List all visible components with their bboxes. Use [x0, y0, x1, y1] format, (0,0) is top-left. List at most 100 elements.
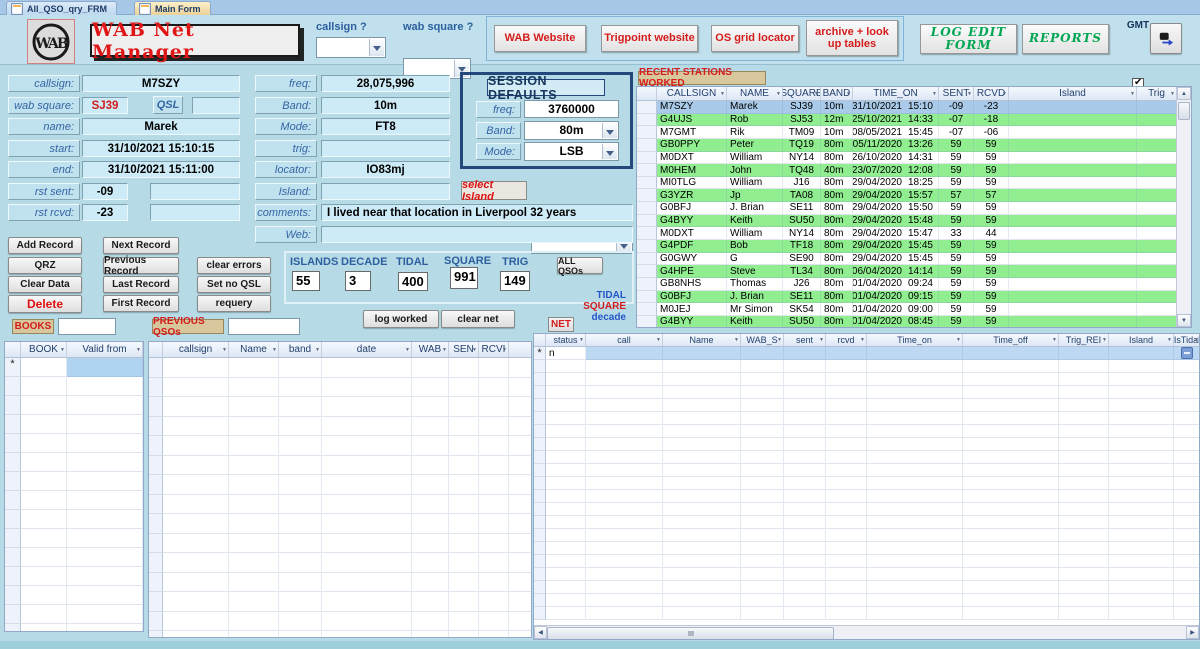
column-header-time-off[interactable]: Time_off▼: [963, 334, 1059, 346]
table-row[interactable]: [5, 415, 143, 434]
table-row[interactable]: [534, 581, 1199, 594]
mode-field[interactable]: FT8: [321, 118, 450, 135]
recent-table-row[interactable]: G4PDFBobTF1880m29/04/202015:455959: [637, 240, 1191, 253]
table-row[interactable]: [149, 573, 531, 593]
freq-field[interactable]: 28,075,996: [321, 75, 450, 92]
net-table-hscrollbar[interactable]: ◀ ▶: [534, 625, 1199, 639]
row-selector[interactable]: [534, 399, 546, 412]
recent-table-row[interactable]: MI0TLGWilliamJ1680m29/04/202018:255959: [637, 177, 1191, 190]
row-selector[interactable]: [5, 453, 21, 472]
row-selector[interactable]: [5, 548, 21, 567]
band-field[interactable]: 10m: [321, 97, 450, 114]
row-selector[interactable]: [534, 581, 546, 594]
row-selector[interactable]: [637, 177, 657, 190]
trigpoint-website-button[interactable]: Trigpoint website: [601, 25, 698, 52]
row-selector[interactable]: [637, 303, 657, 316]
table-row[interactable]: [534, 451, 1199, 464]
sort-dropdown-icon[interactable]: ▼: [60, 347, 65, 353]
row-selector[interactable]: [637, 126, 657, 139]
row-selector[interactable]: [534, 373, 546, 386]
sort-dropdown-icon[interactable]: ▼: [136, 347, 141, 353]
table-row[interactable]: [534, 568, 1199, 581]
table-row[interactable]: [149, 378, 531, 398]
sort-dropdown-icon[interactable]: ▼: [932, 91, 937, 97]
scrollbar-thumb[interactable]: [547, 627, 834, 640]
sort-dropdown-icon[interactable]: ▼: [777, 337, 782, 343]
wab-website-button[interactable]: WAB Website: [494, 25, 586, 52]
column-header-wab-s[interactable]: WAB_S▼: [741, 334, 784, 346]
sort-dropdown-icon[interactable]: ▼: [956, 337, 961, 343]
column-header-rcvd[interactable]: RCVD▼: [974, 87, 1009, 100]
set-no-qsl-button[interactable]: Set no QSL: [197, 276, 271, 293]
clear-net-button[interactable]: clear net: [441, 310, 515, 328]
row-selector[interactable]: [534, 360, 546, 373]
row-selector[interactable]: [149, 397, 163, 417]
column-header-trig[interactable]: Trig▼: [1137, 87, 1177, 100]
column-header-name[interactable]: Name▼: [663, 334, 741, 346]
row-selector[interactable]: [637, 240, 657, 253]
sort-dropdown-icon[interactable]: ▼: [315, 347, 320, 353]
table-row[interactable]: [5, 434, 143, 453]
row-selector[interactable]: [637, 202, 657, 215]
table-row[interactable]: [534, 412, 1199, 425]
sort-dropdown-icon[interactable]: ▼: [1167, 337, 1172, 343]
row-selector[interactable]: [534, 477, 546, 490]
column-header-sent[interactable]: SENT▼: [939, 87, 974, 100]
tab-all-qso-qry-frm[interactable]: All_QSO_qry_FRM: [6, 1, 117, 16]
sort-dropdown-icon[interactable]: ▼: [1002, 91, 1007, 97]
column-header-time-on[interactable]: Time_on▼: [867, 334, 963, 346]
trig-counter[interactable]: 149: [500, 271, 530, 291]
name-field[interactable]: Marek: [82, 118, 240, 135]
table-row[interactable]: [5, 396, 143, 415]
scroll-up-icon[interactable]: ▲: [1177, 87, 1191, 100]
table-row[interactable]: [149, 514, 531, 534]
qrz-button[interactable]: QRZ: [8, 257, 82, 274]
recent-table-row[interactable]: M7SZYMarekSJ3910m31/10/202115:10-09-23: [637, 101, 1191, 114]
recent-table-row[interactable]: M0JEJMr SimonSK5480m01/04/202009:005959: [637, 303, 1191, 316]
column-header-trig-rei[interactable]: Trig_REI▼: [1059, 334, 1109, 346]
tidal-counter[interactable]: 400: [398, 272, 428, 291]
table-row[interactable]: [534, 464, 1199, 477]
table-row[interactable]: [5, 605, 143, 624]
column-header-rcvd[interactable]: rcvd▼: [826, 334, 867, 346]
row-selector[interactable]: [149, 417, 163, 437]
sort-dropdown-icon[interactable]: ▼: [472, 347, 477, 353]
table-row[interactable]: [149, 417, 531, 437]
row-selector[interactable]: [637, 265, 657, 278]
sort-dropdown-icon[interactable]: ▼: [776, 91, 781, 97]
archive-lookup-tables-button[interactable]: archive + look up tables: [806, 20, 898, 56]
callsign-search-combo[interactable]: [316, 37, 386, 58]
sort-dropdown-icon[interactable]: ▼: [502, 347, 507, 353]
row-selector[interactable]: [534, 451, 546, 464]
next-record-button[interactable]: Next Record: [103, 237, 179, 254]
qsl-status-field[interactable]: [192, 97, 240, 114]
column-header-istidal[interactable]: IsTidal▼: [1174, 334, 1200, 346]
locator-field[interactable]: IO83mj: [321, 161, 450, 178]
chevron-down-icon[interactable]: [369, 39, 384, 56]
sort-dropdown-icon[interactable]: ▼: [734, 337, 739, 343]
row-selector[interactable]: [5, 510, 21, 529]
recent-table-row[interactable]: G4BYYKeithSU5080m01/04/202008:455959: [637, 316, 1191, 328]
recent-table-row[interactable]: M0DXTWilliamNY1480m26/10/202014:315959: [637, 152, 1191, 165]
rst-sent-field[interactable]: -09: [82, 183, 128, 200]
recent-table-row[interactable]: M0DXTWilliamNY1480m29/04/202015:473344: [637, 227, 1191, 240]
tab-main-form[interactable]: Main Form: [134, 1, 211, 16]
chevron-down-icon[interactable]: [602, 144, 617, 159]
table-row[interactable]: [149, 397, 531, 417]
comments-field[interactable]: I lived near that location in Liverpool …: [321, 204, 633, 221]
column-header-callsign[interactable]: callsign▼: [163, 342, 229, 357]
row-selector[interactable]: [637, 152, 657, 165]
column-header-rcvi[interactable]: RCVI▼: [479, 342, 509, 357]
row-selector[interactable]: [637, 189, 657, 202]
table-row[interactable]: [534, 386, 1199, 399]
scrollbar-thumb[interactable]: [1178, 102, 1190, 120]
square-counter[interactable]: 991: [450, 267, 478, 289]
istidal-checkbox[interactable]: [1181, 347, 1193, 359]
column-header-time-on[interactable]: TIME_ON▼: [853, 87, 939, 100]
row-selector[interactable]: [534, 555, 546, 568]
chevron-down-icon[interactable]: [602, 123, 617, 138]
select-all-corner[interactable]: [637, 87, 657, 100]
session-freq-field[interactable]: 3760000: [524, 100, 619, 118]
row-selector[interactable]: [149, 631, 163, 638]
table-row[interactable]: [5, 377, 143, 396]
